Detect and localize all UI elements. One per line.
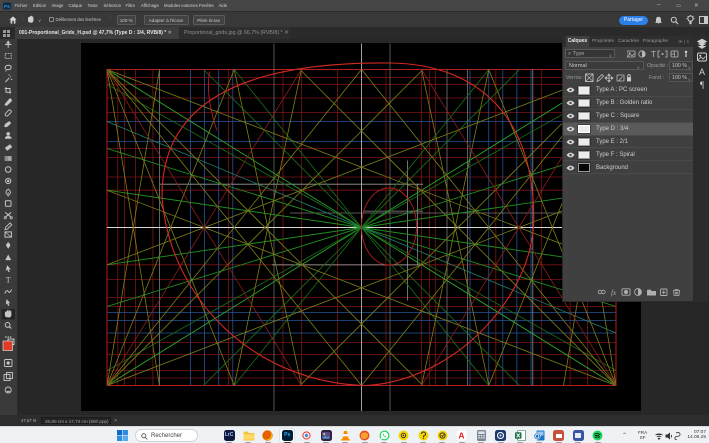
svg-text:A: A — [459, 431, 465, 441]
svg-text:T: T — [651, 50, 656, 58]
svg-text:¶: ¶ — [699, 80, 703, 90]
svg-text:A: A — [698, 67, 704, 77]
svg-text:fx: fx — [611, 289, 617, 297]
svg-text:Ps: Ps — [4, 3, 10, 9]
svg-text:T: T — [6, 275, 11, 284]
